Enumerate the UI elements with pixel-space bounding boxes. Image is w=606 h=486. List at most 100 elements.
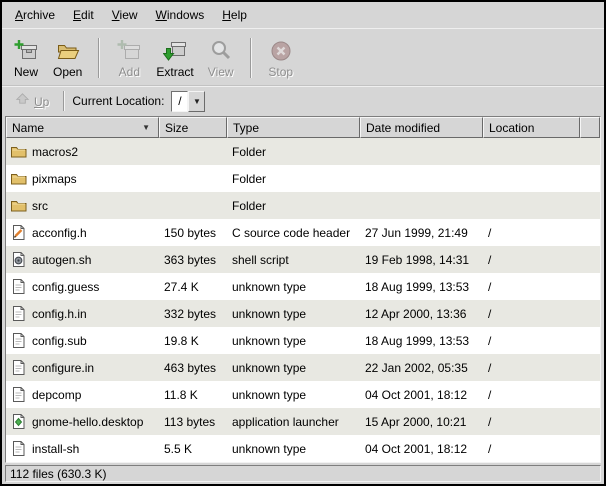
current-location-label: Current Location: [72,94,164,108]
file-type-icon [10,305,27,322]
extract-button-label: Extract [156,65,193,79]
file-date [360,165,483,192]
file-type-icon [10,278,27,295]
menu-view[interactable]: View [103,4,147,26]
file-size: 113 bytes [159,408,227,435]
table-row[interactable]: macros2 Folder [6,138,600,165]
table-row[interactable]: acconfig.h 150 bytes C source code heade… [6,219,600,246]
menu-archive[interactable]: Archive [6,4,64,26]
open-archive-icon [56,38,80,64]
table-row[interactable]: pixmaps Folder [6,165,600,192]
table-row[interactable]: config.sub 19.8 K unknown type 18 Aug 19… [6,327,600,354]
file-location: / [483,273,600,300]
up-button-label: Up [34,95,49,109]
file-location: / [483,408,600,435]
file-name: configure.in [32,361,94,375]
file-name: config.h.in [32,307,87,321]
file-date: 18 Aug 1999, 13:53 [360,273,483,300]
file-size [159,138,227,165]
add-button-label: Add [119,65,140,79]
locationbar-separator [63,91,65,111]
file-type: unknown type [227,354,360,381]
file-name: install-sh [32,442,79,456]
archive-manager-window: Archive Edit View Windows Help New [0,0,606,486]
extract-button[interactable]: Extract [149,35,200,81]
stop-icon [269,38,293,64]
file-location: / [483,354,600,381]
table-row[interactable]: depcomp 11.8 K unknown type 04 Oct 2001,… [6,381,600,408]
file-location: / [483,246,600,273]
file-location [483,138,600,165]
file-name: config.guess [32,280,99,294]
up-button[interactable]: Up [8,89,56,113]
file-size: 11.8 K [159,381,227,408]
location-value[interactable]: / [171,91,188,112]
table-row[interactable]: autogen.sh 363 bytes shell script 19 Feb… [6,246,600,273]
chevron-down-icon[interactable]: ▼ [188,91,205,112]
stop-button[interactable]: Stop [261,35,301,81]
add-files-icon [117,38,141,64]
new-archive-icon [14,38,38,64]
file-type-icon [10,197,27,214]
table-row[interactable]: gnome-hello.desktop 113 bytes applicatio… [6,408,600,435]
file-list: Name ▼ Size Type Date modified Location [5,116,601,463]
file-type: unknown type [227,381,360,408]
file-type-icon [10,143,27,160]
open-button[interactable]: Open [46,35,89,81]
add-button[interactable]: Add [109,35,149,81]
file-type-icon [10,440,27,457]
file-type: Folder [227,192,360,219]
file-type: unknown type [227,327,360,354]
toolbar-separator [98,38,100,78]
file-type: unknown type [227,435,360,462]
menu-help[interactable]: Help [213,4,256,26]
column-header-size[interactable]: Size [159,117,227,138]
table-row[interactable]: install-sh 5.5 K unknown type 04 Oct 200… [6,435,600,462]
file-type-icon [10,224,27,241]
file-location: / [483,435,600,462]
file-date: 15 Apr 2000, 10:21 [360,408,483,435]
menu-edit[interactable]: Edit [64,4,103,26]
column-header-stub [580,117,600,138]
file-name: src [32,199,48,213]
table-row[interactable]: configure.in 463 bytes unknown type 22 J… [6,354,600,381]
file-size [159,165,227,192]
file-location: / [483,381,600,408]
file-size: 463 bytes [159,354,227,381]
file-date: 27 Jun 1999, 21:49 [360,219,483,246]
file-name: pixmaps [32,172,77,186]
file-name: macros2 [32,145,78,159]
file-size: 150 bytes [159,219,227,246]
column-header-date-modified[interactable]: Date modified [360,117,483,138]
view-file-icon [209,38,233,64]
file-date: 22 Jan 2002, 05:35 [360,354,483,381]
view-button[interactable]: View [201,35,241,81]
up-arrow-icon [15,91,30,111]
status-text: 112 files (630.3 K) [5,465,601,482]
sort-indicator-icon[interactable]: ▼ [139,122,153,134]
file-type: shell script [227,246,360,273]
file-list-header: Name ▼ Size Type Date modified Location [6,117,600,138]
file-name: autogen.sh [32,253,91,267]
file-name: depcomp [32,388,81,402]
menu-windows[interactable]: Windows [147,4,214,26]
location-combobox[interactable]: / ▼ [171,91,205,112]
file-name: config.sub [32,334,87,348]
file-type: Folder [227,165,360,192]
file-location: / [483,300,600,327]
column-header-type[interactable]: Type [227,117,360,138]
table-row[interactable]: config.guess 27.4 K unknown type 18 Aug … [6,273,600,300]
column-header-name-label: Name [12,121,44,135]
column-header-name[interactable]: Name ▼ [6,117,159,138]
table-row[interactable]: config.h.in 332 bytes unknown type 12 Ap… [6,300,600,327]
column-header-location[interactable]: Location [483,117,580,138]
file-type-icon [10,359,27,376]
open-button-label: Open [53,65,82,79]
file-location [483,192,600,219]
table-row[interactable]: src Folder [6,192,600,219]
file-size: 5.5 K [159,435,227,462]
stop-button-label: Stop [268,65,293,79]
new-button[interactable]: New [6,35,46,81]
file-type: C source code header [227,219,360,246]
file-name: acconfig.h [32,226,87,240]
